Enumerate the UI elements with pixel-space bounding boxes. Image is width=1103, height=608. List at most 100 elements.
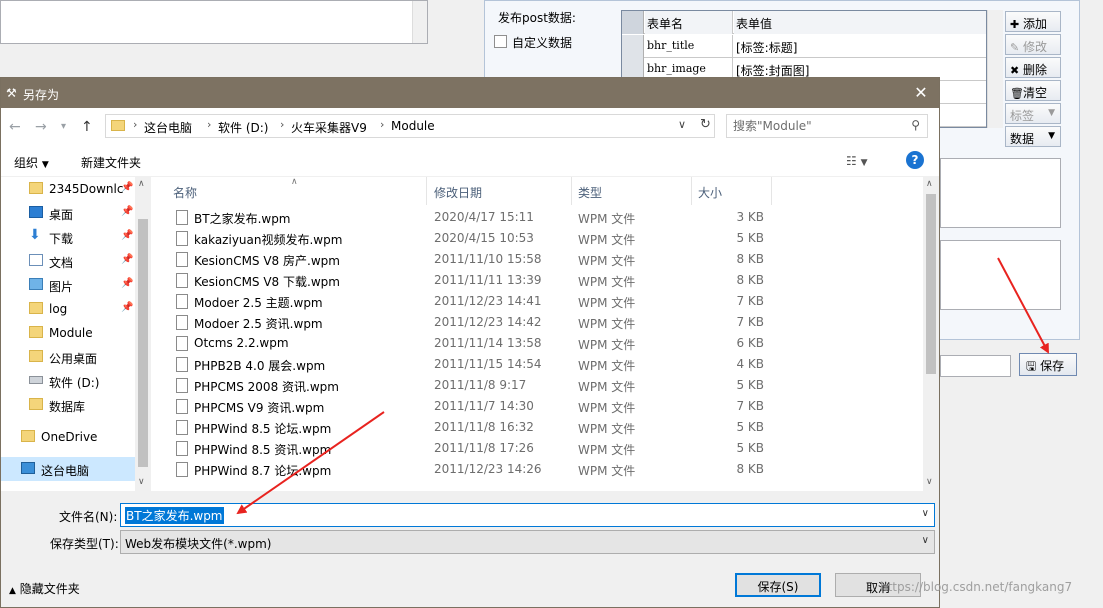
custom-data-checkbox[interactable] (494, 35, 507, 48)
file-row[interactable]: Otcms 2.2.wpm 2011/11/14 13:58 WPM 文件 6 KB (171, 333, 921, 354)
background-textarea[interactable] (940, 240, 1061, 310)
nav-item-documents[interactable]: 文档 📌 (1, 249, 135, 273)
close-button[interactable]: ✕ (911, 83, 931, 103)
chevron-down-icon: ▼ (1048, 108, 1055, 118)
column-header-date[interactable]: 修改日期 (428, 177, 572, 205)
grid-cell-name[interactable]: bhr_title (645, 35, 733, 58)
nav-item-module[interactable]: Module (1, 321, 135, 345)
chevron-right-icon[interactable]: › (280, 118, 284, 131)
recent-locations-icon[interactable]: ▾ (61, 121, 66, 132)
file-row[interactable]: kakaziyuan视频发布.wpm 2020/4/15 10:53 WPM 文件 5… (171, 228, 921, 249)
file-row[interactable]: Modoer 2.5 主题.wpm 2011/12/23 14:41 WPM 文件 7… (171, 291, 921, 312)
add-button[interactable]: ✚ 添加 (1005, 11, 1061, 32)
folder-icon (29, 350, 43, 362)
file-row[interactable]: Modoer 2.5 资讯.wpm 2011/12/23 14:42 WPM 文件 7… (171, 312, 921, 333)
hide-folders-toggle[interactable]: ▲ 隐藏文件夹 (9, 580, 80, 597)
save-button[interactable]: 🖫 保存 (1019, 353, 1077, 376)
up-icon[interactable]: ↑ (81, 119, 93, 135)
scroll-up-icon[interactable]: ∧ (138, 179, 145, 189)
search-input[interactable] (733, 118, 903, 134)
scrollbar-thumb[interactable] (138, 219, 148, 467)
scroll-up-icon[interactable]: ∧ (926, 179, 933, 189)
file-icon (176, 315, 188, 330)
breadcrumb-item[interactable]: Module (391, 119, 435, 133)
address-bar[interactable]: › 这台电脑 › 软件 (D:) › 火车采集器V9 › Module ∨ ↻ (105, 114, 715, 138)
nav-item-log[interactable]: log 📌 (1, 297, 135, 321)
clear-button[interactable]: 🗑清空 (1005, 80, 1061, 101)
filename-input[interactable]: BT之家发布.wpm ∨ (120, 503, 935, 527)
grid-cell-value[interactable]: [标签:标题] (734, 35, 986, 58)
column-header-size[interactable]: 大小 (692, 177, 772, 205)
breadcrumb-item[interactable]: 火车采集器V9 (291, 119, 367, 136)
nav-item-drive-d[interactable]: 软件 (D:) (1, 369, 135, 393)
chevron-down-icon[interactable]: ∨ (678, 118, 686, 131)
dialog-save-button[interactable]: 保存(S) (735, 573, 821, 597)
file-row[interactable]: PHPCMS V9 资讯.wpm 2011/11/7 14:30 WPM 文件 7 K… (171, 396, 921, 417)
scrollbar-thumb[interactable] (926, 194, 936, 374)
chevron-right-icon[interactable]: › (380, 118, 384, 131)
scroll-down-icon[interactable]: ∨ (138, 477, 145, 487)
chevron-right-icon[interactable]: › (133, 118, 137, 131)
search-icon[interactable]: ⚲ (911, 118, 920, 132)
delete-button[interactable]: ✖ 删除 (1005, 57, 1061, 78)
nav-item-this-pc[interactable]: 这台电脑 (1, 457, 135, 481)
background-textbox-top[interactable] (0, 0, 428, 44)
grid-scrollbar[interactable] (987, 10, 1003, 128)
background-textbox-scrollbar[interactable] (412, 1, 427, 43)
tag-button[interactable]: 标签 ▼ (1005, 103, 1061, 124)
grid-header-name[interactable]: 表单名 (645, 11, 733, 34)
filename-value[interactable]: BT之家发布.wpm (125, 507, 224, 524)
breadcrumb-item[interactable]: 软件 (D:) (218, 119, 268, 136)
filetype-select[interactable]: Web发布模块文件(*.wpm) ∨ (120, 530, 935, 554)
background-input[interactable] (940, 355, 1011, 377)
file-row[interactable]: BT之家发布.wpm 2020/4/17 15:11 WPM 文件 3 KB (171, 207, 921, 228)
grid-row[interactable]: bhr_title [标签:标题] (622, 35, 986, 58)
file-list-scrollbar[interactable]: ∧ ∨ (923, 177, 939, 491)
nav-item-2345downloads[interactable]: 2345Downlc 📌 (1, 177, 135, 201)
column-header-name[interactable]: 名称 (167, 177, 427, 205)
file-icon (176, 231, 188, 246)
file-row[interactable]: KesionCMS V8 房产.wpm 2011/11/10 15:58 WPM 文… (171, 249, 921, 270)
nav-item-public-desktop[interactable]: 公用桌面 (1, 345, 135, 369)
download-icon: ⬇ (29, 227, 41, 243)
nav-item-onedrive[interactable]: OneDrive (1, 425, 135, 449)
file-row[interactable]: PHPCMS 2008 资讯.wpm 2011/11/8 9:17 WPM 文件 5 … (171, 375, 921, 396)
nav-item-downloads[interactable]: ⬇ 下载 📌 (1, 225, 135, 249)
chevron-down-icon: ▼ (1048, 131, 1055, 141)
pin-icon: 📌 (121, 182, 134, 193)
forward-icon[interactable]: → (35, 119, 47, 135)
help-icon[interactable]: ? (906, 151, 924, 169)
nav-pane-scrollbar[interactable]: ∧ ∨ (135, 177, 151, 491)
view-options-icon[interactable]: ☷ ▼ (846, 154, 868, 168)
file-icon (176, 273, 188, 288)
organize-menu[interactable]: 组织 ▼ (14, 154, 49, 171)
data-button[interactable]: 数据 ▼ (1005, 126, 1061, 147)
back-icon[interactable]: ← (9, 119, 21, 135)
search-box[interactable]: ⚲ (726, 114, 928, 138)
file-row[interactable]: PHPWind 8.5 论坛.wpm 2011/11/8 16:32 WPM 文件 5… (171, 417, 921, 438)
edit-button[interactable]: ✎ 修改 (1005, 34, 1061, 55)
chevron-down-icon[interactable]: ∨ (922, 508, 929, 519)
chevron-down-icon: ▼ (41, 160, 49, 170)
scroll-down-icon[interactable]: ∨ (926, 477, 933, 487)
breadcrumb-item[interactable]: 这台电脑 (144, 119, 192, 136)
file-row[interactable]: PHPWind 8.7 论坛.wpm 2011/12/23 14:26 WPM 文件… (171, 459, 921, 480)
new-folder-button[interactable]: 新建文件夹 (81, 154, 141, 171)
grid-header-value[interactable]: 表单值 (734, 11, 986, 34)
file-row[interactable]: PHPB2B 4.0 展会.wpm 2011/11/15 14:54 WPM 文件 4… (171, 354, 921, 375)
dialog-titlebar[interactable]: ⚒ 另存为 ✕ (1, 78, 939, 108)
nav-item-database[interactable]: 数据库 (1, 393, 135, 417)
refresh-icon[interactable]: ↻ (700, 117, 714, 132)
background-textarea[interactable] (940, 158, 1061, 228)
folder-icon (29, 326, 43, 338)
file-icon (176, 252, 188, 267)
nav-item-desktop[interactable]: 桌面 📌 (1, 201, 135, 225)
column-header-type[interactable]: 类型 (572, 177, 692, 205)
nav-item-pictures[interactable]: 图片 📌 (1, 273, 135, 297)
onedrive-icon (21, 430, 35, 442)
chevron-right-icon[interactable]: › (207, 118, 211, 131)
file-row[interactable]: KesionCMS V8 下载.wpm 2011/11/11 13:39 WPM 文… (171, 270, 921, 291)
filetype-value: Web发布模块文件(*.wpm) (125, 537, 272, 551)
chevron-down-icon[interactable]: ∨ (922, 535, 929, 546)
file-row[interactable]: PHPWind 8.5 资讯.wpm 2011/11/8 17:26 WPM 文件 5… (171, 438, 921, 459)
